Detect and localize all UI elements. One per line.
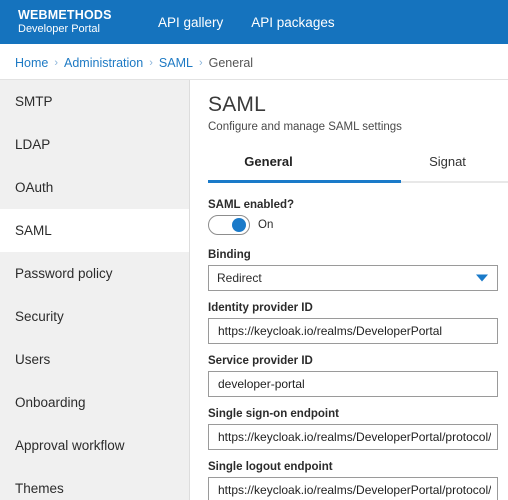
- brand-name: WEBMETHODS: [18, 8, 112, 23]
- tab-bar: General Signat: [191, 150, 508, 183]
- tab-active-indicator: [208, 180, 401, 183]
- saml-enabled-toggle[interactable]: [208, 215, 250, 235]
- sidebar-item-label: SAML: [15, 223, 52, 238]
- single-logout-endpoint-label: Single logout endpoint: [208, 461, 333, 473]
- identity-provider-id-label: Identity provider ID: [208, 302, 313, 314]
- sidebar-item-saml[interactable]: SAML: [0, 209, 189, 252]
- single-sign-on-endpoint-field: Single sign-on endpoint: [208, 408, 508, 450]
- sidebar-item-label: Users: [15, 352, 51, 367]
- sidebar-item-label: LDAP: [15, 137, 51, 152]
- sidebar-item-themes[interactable]: Themes: [0, 467, 189, 500]
- breadcrumb: Home › Administration › SAML › General: [0, 47, 508, 80]
- saml-enabled-row: On: [208, 215, 508, 235]
- single-sign-on-endpoint-label: Single sign-on endpoint: [208, 408, 339, 420]
- breadcrumb-separator-icon: ›: [54, 57, 59, 69]
- single-logout-endpoint-input[interactable]: [208, 477, 498, 500]
- breadcrumb-separator-icon: ›: [149, 57, 153, 69]
- service-provider-id-field: Service provider ID: [208, 355, 508, 397]
- sidebar-item-label: Approval workflow: [15, 438, 125, 453]
- nav-item-api-packages[interactable]: API packages: [251, 15, 334, 30]
- page-subtitle: Configure and manage SAML settings: [208, 121, 402, 133]
- sidebar-item-label: Security: [15, 309, 64, 324]
- sidebar-item-users[interactable]: Users: [0, 338, 189, 381]
- saml-enabled-state: On: [258, 219, 274, 231]
- breadcrumb-item-administration[interactable]: Administration: [64, 56, 143, 70]
- breadcrumb-item-general: General: [208, 56, 254, 70]
- sidebar-item-label: Themes: [15, 481, 64, 496]
- sidebar-item-label: Password policy: [15, 266, 113, 281]
- identity-provider-id-input[interactable]: [208, 318, 498, 344]
- breadcrumb-item-saml[interactable]: SAML: [159, 56, 193, 70]
- sidebar-item-oauth[interactable]: OAuth: [0, 166, 189, 209]
- binding-field: Binding Redirect: [208, 249, 508, 291]
- main-content: SAML Configure and manage SAML settings …: [191, 80, 508, 500]
- page-title: SAML: [208, 93, 266, 116]
- sidebar-item-smtp[interactable]: SMTP: [0, 80, 189, 123]
- sidebar-item-password-policy[interactable]: Password policy: [0, 252, 189, 295]
- sidebar-item-label: Onboarding: [15, 395, 86, 410]
- sidebar-item-label: SMTP: [15, 94, 53, 109]
- single-logout-endpoint-field: Single logout endpoint: [208, 461, 508, 500]
- tab-general[interactable]: General: [208, 150, 329, 178]
- chevron-down-icon: [476, 274, 488, 282]
- brand-tagline: Developer Portal: [18, 22, 100, 35]
- binding-select[interactable]: Redirect: [208, 265, 498, 291]
- primary-nav: API gallery API packages: [158, 15, 335, 30]
- sidebar-item-label: OAuth: [15, 180, 54, 195]
- breadcrumb-separator-icon: ›: [198, 57, 203, 69]
- breadcrumb-item-home[interactable]: Home: [15, 56, 48, 70]
- service-provider-id-input[interactable]: [208, 371, 498, 397]
- nav-item-api-gallery[interactable]: API gallery: [158, 15, 223, 30]
- brand-logo[interactable]: WEBMETHODS Developer Portal: [0, 8, 150, 35]
- settings-sidebar: SMTP LDAP OAuth SAML Password policy Sec…: [0, 80, 190, 500]
- single-sign-on-endpoint-input[interactable]: [208, 424, 498, 450]
- sidebar-item-security[interactable]: Security: [0, 295, 189, 338]
- saml-enabled-label: SAML enabled?: [208, 199, 295, 211]
- binding-selected-value: Redirect: [217, 271, 262, 285]
- sidebar-item-onboarding[interactable]: Onboarding: [0, 381, 189, 424]
- service-provider-id-label: Service provider ID: [208, 355, 313, 367]
- sidebar-item-approval-workflow[interactable]: Approval workflow: [0, 424, 189, 467]
- tab-signature[interactable]: Signat: [387, 150, 508, 178]
- toggle-knob-icon: [232, 218, 246, 232]
- saml-settings-form: SAML enabled? On Binding Redirect Identi…: [191, 183, 508, 500]
- binding-label: Binding: [208, 249, 251, 261]
- app-header: WEBMETHODS Developer Portal API gallery …: [0, 0, 508, 44]
- identity-provider-id-field: Identity provider ID: [208, 302, 508, 344]
- sidebar-item-ldap[interactable]: LDAP: [0, 123, 189, 166]
